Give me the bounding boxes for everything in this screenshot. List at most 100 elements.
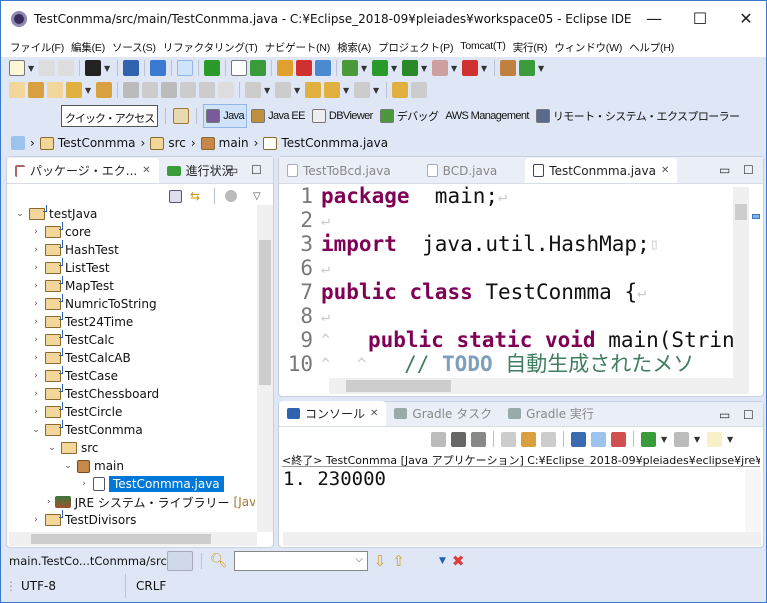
new-console-icon[interactable] <box>707 431 722 447</box>
undo-icon[interactable] <box>392 82 408 98</box>
tomcat-start-icon[interactable] <box>277 60 293 76</box>
chevron-right-icon[interactable]: › <box>47 497 51 507</box>
refresh-icon[interactable] <box>250 60 266 76</box>
next-annotation-icon[interactable] <box>245 82 261 98</box>
tree-item[interactable]: › MapTest <box>7 276 255 295</box>
dropdown-arrow-icon[interactable]: ▼ <box>294 86 302 95</box>
breadcrumb-item[interactable]: src <box>150 136 186 150</box>
clear-console-icon[interactable] <box>501 431 516 447</box>
tree-horizontal-scrollbar[interactable] <box>9 532 257 546</box>
open-type-icon[interactable] <box>9 82 25 98</box>
tree-item[interactable]: › TestChessboard <box>7 384 255 403</box>
tab-console-view[interactable]: Gradle タスク <box>386 401 500 426</box>
chevron-right-icon[interactable]: › <box>31 263 41 273</box>
open-resource-icon[interactable] <box>96 82 112 98</box>
menu-item[interactable]: ソース(S) <box>109 37 160 57</box>
show-on-stdout-icon[interactable] <box>591 431 606 447</box>
pencil-icon[interactable] <box>66 82 82 98</box>
tab-editor-file[interactable]: TestConmma.java ✕ <box>525 158 678 183</box>
tomcat-stop-icon[interactable] <box>296 60 312 76</box>
maximize-editor-icon[interactable]: ☐ <box>743 163 754 177</box>
new-package-icon[interactable] <box>500 60 516 76</box>
perspective--[interactable]: リモート・システム・エクスプローラー <box>534 105 742 127</box>
remove-all-icon[interactable] <box>471 431 486 447</box>
tree-item[interactable]: ⌄ testJava <box>7 205 255 223</box>
spring-boot-icon[interactable] <box>204 60 220 76</box>
breadcrumb-item[interactable]: TestConmma <box>39 136 136 150</box>
code-editor[interactable]: 1 package main; ↵ 2 ↵ 3 import java.util.HashM… <box>287 184 733 378</box>
profile-icon[interactable] <box>85 60 101 76</box>
close-tab-icon[interactable]: ✕ <box>661 165 669 176</box>
dropdown-arrow-icon[interactable]: ▼ <box>481 64 489 73</box>
chevron-right-icon[interactable]: › <box>31 371 41 381</box>
open-task-icon[interactable] <box>28 82 44 98</box>
tree-item[interactable]: › TestDivisors <box>7 510 255 529</box>
dropdown-arrow-icon[interactable]: ▼ <box>343 86 351 95</box>
tab-editor-file[interactable]: TestToBcd.java <box>279 158 419 183</box>
highlight-icon[interactable] <box>142 82 158 98</box>
dropdown-arrow-icon[interactable]: ▼ <box>421 64 429 73</box>
tree-item[interactable]: › ListTest <box>7 258 255 277</box>
menu-item[interactable]: ファイル(F) <box>7 37 68 57</box>
dropdown-arrow-icon[interactable]: ▼ <box>391 64 399 73</box>
terminate-icon[interactable] <box>431 431 446 447</box>
chevron-right-icon[interactable]: › <box>31 317 41 327</box>
perspective-java[interactable]: Java <box>203 104 248 128</box>
quick-access-input[interactable]: クイック・アクセス <box>61 105 159 127</box>
dropdown-arrow-icon[interactable]: ▼ <box>727 435 735 444</box>
minimize-editor-icon[interactable]: ▭ <box>719 163 730 177</box>
dropdown-arrow-icon[interactable]: ▼ <box>661 435 669 444</box>
menu-item[interactable]: ナビゲート(N) <box>262 37 334 57</box>
scroll-lock-icon[interactable] <box>521 431 536 447</box>
dropdown-arrow-icon[interactable]: ▼ <box>85 86 93 95</box>
chevron-down-icon[interactable]: ⌵ <box>355 554 363 565</box>
skip-breakpoints-icon[interactable] <box>177 60 193 76</box>
find-next-icon[interactable]: ⇩ <box>374 552 387 570</box>
editor-vertical-scrollbar[interactable] <box>733 187 749 378</box>
word-wrap-icon[interactable] <box>541 431 556 447</box>
last-edit-icon[interactable] <box>305 82 321 98</box>
workspace-icon[interactable] <box>11 136 25 150</box>
filters-icon[interactable] <box>225 190 237 202</box>
new-class-icon[interactable] <box>519 60 535 76</box>
perspective-aws-management[interactable]: AWS Management <box>443 105 531 127</box>
find-options-icon[interactable]: ▼ <box>439 556 446 566</box>
chevron-down-icon[interactable]: ⌄ <box>47 443 57 453</box>
chevron-right-icon[interactable]: › <box>31 335 41 345</box>
menu-item[interactable]: プロジェクト(P) <box>375 37 457 57</box>
menu-item[interactable]: 編集(E) <box>68 37 109 57</box>
tree-item[interactable]: › TestCalcAB <box>7 348 255 367</box>
dropdown-arrow-icon[interactable]: ▼ <box>451 64 459 73</box>
tree-vertical-scrollbar[interactable] <box>257 205 273 532</box>
save-all-icon[interactable] <box>58 60 74 76</box>
save-icon[interactable] <box>39 60 55 76</box>
pilcrow-icon[interactable] <box>218 82 234 98</box>
link-with-editor-icon[interactable]: ⇆ <box>190 190 204 202</box>
maximize-view-icon[interactable]: ☐ <box>251 163 262 177</box>
menu-item[interactable]: リファクタリング(T) <box>160 37 262 57</box>
menu-item[interactable]: 検索(A) <box>334 37 375 57</box>
maximize-console-icon[interactable]: ☐ <box>743 408 754 422</box>
toggle-block-icon[interactable] <box>231 60 247 76</box>
tab-package-explorer[interactable]: パッケージ・エク... ✕ <box>7 158 159 183</box>
dropdown-arrow-icon[interactable]: ▼ <box>373 86 381 95</box>
minimize-button[interactable]: — <box>639 7 669 31</box>
run-icon[interactable] <box>372 60 388 76</box>
close-tab-icon[interactable]: ✕ <box>370 408 378 419</box>
chevron-right-icon[interactable]: › <box>31 245 41 255</box>
show-on-stderr-icon[interactable] <box>611 431 626 447</box>
dropdown-arrow-icon[interactable]: ▼ <box>104 64 112 73</box>
tree-item[interactable]: › JRE システム・ライブラリー[JavaSE-1.8 <box>7 493 255 511</box>
chevron-right-icon[interactable]: › <box>31 389 41 399</box>
minimize-view-icon[interactable]: ▭ <box>227 163 238 177</box>
close-tab-icon[interactable]: ✕ <box>142 165 150 176</box>
chevron-right-icon[interactable]: › <box>31 515 41 525</box>
tree-item[interactable]: › core <box>7 222 255 241</box>
chevron-down-icon[interactable]: ⌄ <box>63 461 73 471</box>
perspective--[interactable]: デバッグ <box>378 105 441 127</box>
chevron-right-icon[interactable]: › <box>79 479 89 489</box>
menu-item[interactable]: Tomcat(T) <box>457 37 509 57</box>
editor-horizontal-scrollbar[interactable] <box>329 378 749 394</box>
display-console-icon[interactable] <box>641 431 656 447</box>
tree-item[interactable]: ⌄ main <box>7 457 255 475</box>
